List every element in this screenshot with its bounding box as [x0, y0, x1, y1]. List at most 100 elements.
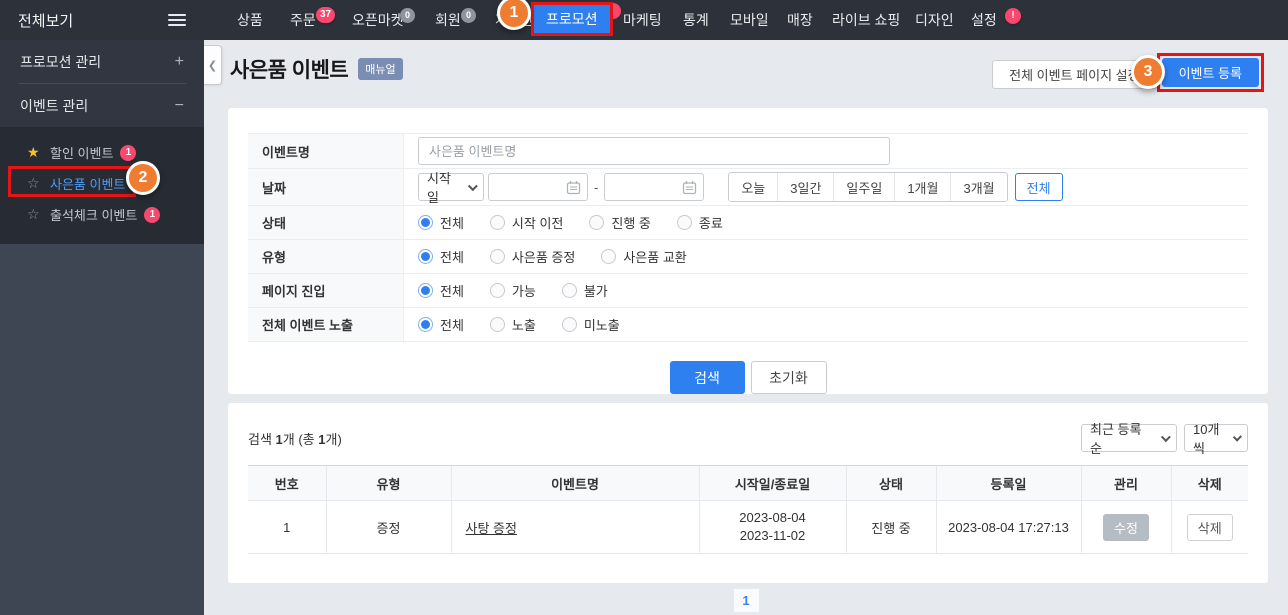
radio-label: 전체 [440, 318, 464, 333]
event-name-link[interactable]: 사탕 증정 [466, 521, 517, 536]
nav-products[interactable]: 상품 [237, 0, 263, 40]
search-button[interactable]: 검색 [669, 361, 745, 394]
radio-icon [601, 249, 617, 264]
event-name-input[interactable] [418, 137, 890, 165]
nav-statistics[interactable]: 통계 [683, 0, 709, 40]
sidebar-item-gift-event[interactable]: ☆ 사은품 이벤트 1 [0, 168, 204, 199]
pagination: 1 [204, 588, 1288, 613]
sort-order-select[interactable]: 최근 등록 순 [1081, 422, 1177, 456]
quick-1week-button[interactable]: 일주일 [833, 173, 895, 201]
orders-count-badge: 37 [316, 5, 336, 23]
exposure-radio-shown[interactable]: 노출 [489, 315, 536, 334]
radio-checked-icon [418, 249, 433, 264]
end-date-input[interactable] [604, 173, 705, 201]
radio-label: 전체 [440, 250, 464, 265]
date-type-select[interactable]: 시작일 [418, 171, 484, 205]
nav-live-shopping[interactable]: 라이브 쇼핑 [832, 0, 900, 40]
chevron-left-icon: ❮ [207, 59, 218, 72]
nav-openmarket[interactable]: 오픈마켓 [352, 0, 404, 40]
nav-marketing[interactable]: 마케팅 [623, 0, 662, 40]
cell-delete: 삭제 [1170, 500, 1248, 554]
radio-label: 사은품 증정 [511, 250, 576, 265]
type-radio-gift-exchange[interactable]: 사은품 교환 [601, 247, 687, 266]
status-radio-in-progress[interactable]: 진행 중 [589, 213, 651, 232]
filter-label: 이벤트명 [248, 134, 404, 168]
star-outline-icon[interactable]: ☆ [27, 206, 44, 223]
sidebar-title: 전체보기 [18, 12, 74, 30]
status-radio-ended[interactable]: 종료 [676, 213, 723, 232]
step-circle-2: 2 [126, 161, 160, 195]
edit-button[interactable]: 수정 [1103, 513, 1149, 541]
status-radio-before-start[interactable]: 시작 이전 [489, 213, 563, 232]
radio-label: 전체 [440, 284, 464, 299]
count-badge: 1 [120, 144, 137, 161]
radio-icon [561, 317, 577, 332]
events-table: 번호 유형 이벤트명 시작일/종료일 상태 등록일 관리 삭제 1 증정 사탕 … [248, 465, 1248, 554]
quick-3months-button[interactable]: 3개월 [950, 173, 1007, 201]
type-radio-all[interactable]: 전체 [418, 247, 464, 266]
sidebar-menu-promotion[interactable]: 프로모션 관리 + [0, 40, 204, 83]
radio-label: 미노출 [583, 318, 620, 333]
filter-label: 날짜 [248, 169, 404, 205]
minus-icon[interactable]: − [175, 97, 184, 115]
nav-mobile[interactable]: 모바일 [730, 0, 769, 40]
calendar-icon [566, 180, 581, 194]
main-content: ❮ 사은품 이벤트 매뉴얼 전체 이벤트 페이지 설정 이벤트 등록 이벤트명 … [204, 40, 1288, 615]
quick-3days-button[interactable]: 3일간 [777, 173, 834, 201]
sidebar-menu-promotion-label: 프로모션 관리 [20, 53, 102, 70]
nav-settings[interactable]: 설정 [971, 0, 997, 40]
header-no: 번호 [248, 465, 326, 501]
quick-1month-button[interactable]: 1개월 [894, 173, 951, 201]
table-header-row: 번호 유형 이벤트명 시작일/종료일 상태 등록일 관리 삭제 [248, 465, 1248, 501]
filter-row-exposure: 전체 이벤트 노출 전체 노출 미노출 [248, 308, 1248, 342]
page-size-select[interactable]: 10개씩 [1184, 422, 1248, 456]
hamburger-icon[interactable] [168, 11, 186, 29]
plus-icon[interactable]: + [175, 53, 184, 71]
filter-label: 전체 이벤트 노출 [248, 308, 404, 341]
start-date: 2023-08-04 [739, 510, 806, 525]
radio-checked-icon [418, 215, 433, 230]
sidebar-collapse-button[interactable]: ❮ [204, 45, 222, 85]
step-circle-3: 3 [1131, 55, 1165, 89]
nav-store[interactable]: 매장 [787, 0, 813, 40]
type-radio-gift-give[interactable]: 사은품 증정 [489, 247, 576, 266]
exposure-radio-all[interactable]: 전체 [418, 315, 464, 334]
exposure-radio-hidden[interactable]: 미노출 [561, 315, 620, 334]
status-radio-all[interactable]: 전체 [418, 213, 464, 232]
delete-button[interactable]: 삭제 [1186, 513, 1233, 541]
settings-alert-badge: ! [1005, 6, 1021, 24]
sidebar-item-attendance-event[interactable]: ☆ 출석체크 이벤트 1 [0, 199, 204, 230]
cell-no: 1 [248, 500, 326, 554]
header-created: 등록일 [935, 465, 1081, 501]
start-date-input[interactable] [488, 173, 588, 201]
filter-row-type: 유형 전체 사은품 증정 사은품 교환 [248, 240, 1248, 274]
header-event-name: 이벤트명 [450, 465, 699, 501]
page-1-button[interactable]: 1 [732, 588, 760, 613]
page-header: 사은품 이벤트 매뉴얼 [230, 54, 403, 84]
chevron-down-icon [1232, 431, 1242, 442]
radio-label: 진행 중 [611, 216, 651, 231]
event-register-button[interactable]: 이벤트 등록 [1161, 58, 1259, 87]
nav-members[interactable]: 회원 [435, 0, 461, 40]
end-date: 2023-11-02 [739, 528, 806, 543]
radio-icon [489, 215, 505, 230]
page-entry-radio-all[interactable]: 전체 [418, 281, 464, 300]
sidebar-item-discount-event[interactable]: ★ 할인 이벤트 1 [0, 137, 204, 168]
sidebar-menu: 프로모션 관리 + 이벤트 관리 − [0, 40, 204, 127]
nav-design[interactable]: 디자인 [915, 0, 954, 40]
radio-label: 사은품 교환 [623, 250, 687, 265]
reset-button[interactable]: 초기화 [750, 361, 827, 394]
sidebar-menu-event[interactable]: 이벤트 관리 − [0, 84, 204, 127]
star-filled-icon[interactable]: ★ [27, 144, 44, 161]
page-entry-radio-impossible[interactable]: 불가 [561, 281, 608, 300]
results-header: 검색 1개 (총 1개) 최근 등록 순 10개씩 [248, 422, 1248, 456]
quick-all-button[interactable]: 전체 [1014, 173, 1063, 201]
nav-orders[interactable]: 주문 [290, 0, 316, 40]
quick-today-button[interactable]: 오늘 [729, 173, 778, 201]
radio-label: 가능 [511, 284, 536, 299]
filter-actions: 검색 초기화 [248, 361, 1248, 394]
nav-promotion[interactable]: 프로모션 [531, 2, 613, 36]
star-outline-icon[interactable]: ☆ [27, 175, 44, 192]
page-entry-radio-possible[interactable]: 가능 [489, 281, 536, 300]
manual-badge[interactable]: 매뉴얼 [358, 58, 403, 80]
